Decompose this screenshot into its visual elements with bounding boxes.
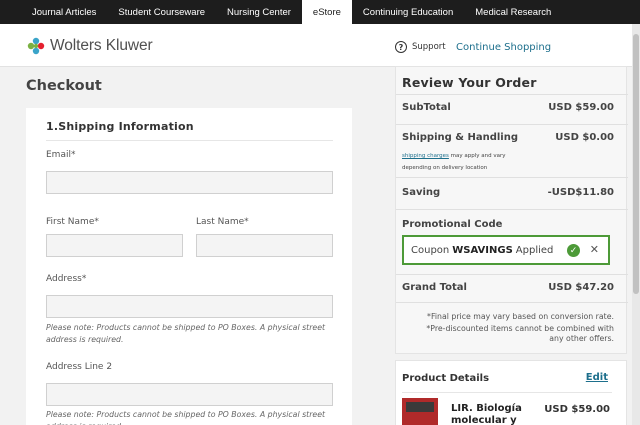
continue-shopping-link[interactable]: Continue Shopping <box>456 42 551 53</box>
product-details-title: Product Details <box>402 373 490 384</box>
product-details: Product Details Edit LIR. Biología molec… <box>395 360 627 425</box>
address-label: Address* <box>46 274 87 284</box>
shipping-form: 1.Shipping Information Email* First Name… <box>26 108 352 425</box>
shipping-note: shipping charges may apply and vary depe… <box>402 150 522 174</box>
grand-total-label: Grand Total <box>402 282 467 293</box>
address-field[interactable] <box>46 295 333 318</box>
divider <box>396 177 628 178</box>
divider <box>396 124 628 125</box>
edit-link[interactable]: Edit <box>586 372 608 383</box>
grand-total-row: Grand Total USD $47.20 <box>402 282 614 293</box>
product-thumbnail[interactable] <box>402 398 438 425</box>
help-icon: ? <box>395 41 407 53</box>
tab-nursing-center[interactable]: Nursing Center <box>216 0 302 24</box>
product-name[interactable]: LIR. Biología molecular y celular <box>451 403 551 425</box>
shipping-row: Shipping & Handling USD $0.00 <box>402 132 614 143</box>
subtotal-value: USD $59.00 <box>548 102 614 113</box>
address-note: Please note: Products cannot be shipped … <box>46 323 326 344</box>
summary-title: Review Your Order <box>402 75 537 90</box>
first-name-label: First Name* <box>46 217 99 227</box>
email-field[interactable] <box>46 171 333 194</box>
shipping-value: USD $0.00 <box>555 132 614 143</box>
subtotal-row: SubTotal USD $59.00 <box>402 102 614 113</box>
divider <box>402 392 612 393</box>
order-summary: Review Your Order SubTotal USD $59.00 Sh… <box>395 66 628 354</box>
pre-discount-note: *Pre-discounted items cannot be combined… <box>426 324 614 343</box>
last-name-field[interactable] <box>196 234 333 257</box>
tab-journal-articles[interactable]: Journal Articles <box>21 0 107 24</box>
saving-value: -USD$11.80 <box>547 187 614 198</box>
logo-text: Wolters Kluwer <box>50 37 153 54</box>
divider <box>396 274 628 275</box>
saving-row: Saving -USD$11.80 <box>402 187 614 198</box>
tab-continuing-education[interactable]: Continuing Education <box>352 0 464 24</box>
divider <box>396 209 628 210</box>
coupon-applied-box: Coupon WSAVINGS Applied ✓ ✕ <box>402 235 610 265</box>
coupon-prefix: Coupon <box>411 244 450 256</box>
promo-row: Promotional Code <box>402 219 614 230</box>
logo-mark-icon <box>27 37 45 55</box>
section-title: 1.Shipping Information <box>46 120 194 133</box>
product-price: USD $59.00 <box>544 404 610 415</box>
shipping-label: Shipping & Handling <box>402 132 518 143</box>
email-label: Email* <box>46 150 76 160</box>
conversion-note: *Final price may vary based on conversio… <box>427 312 614 321</box>
tab-student-courseware[interactable]: Student Courseware <box>107 0 216 24</box>
coupon-code: WSAVINGS <box>452 244 513 256</box>
scrollbar-thumb[interactable] <box>633 34 639 294</box>
grand-total-value: USD $47.20 <box>548 282 614 293</box>
address-line-2-note: Please note: Products cannot be shipped … <box>46 410 326 425</box>
first-name-field[interactable] <box>46 234 183 257</box>
page-scrollbar[interactable] <box>632 24 640 425</box>
page-title: Checkout <box>26 78 102 94</box>
shipping-charges-link[interactable]: shipping charges <box>402 153 449 159</box>
last-name-label: Last Name* <box>196 217 249 227</box>
tab-medical-research[interactable]: Medical Research <box>464 0 562 24</box>
divider <box>396 302 628 303</box>
divider <box>396 94 628 95</box>
tab-estore[interactable]: eStore <box>301 0 352 24</box>
promo-label: Promotional Code <box>402 219 503 230</box>
top-navigation: Journal Articles Student Courseware Nurs… <box>0 0 640 24</box>
wolters-kluwer-logo[interactable]: Wolters Kluwer <box>27 37 153 55</box>
check-circle-icon: ✓ <box>567 244 580 257</box>
address-line-2-label: Address Line 2 <box>46 362 113 372</box>
support-label: Support <box>412 42 446 52</box>
coupon-suffix: Applied <box>515 244 554 256</box>
address-line-2-field[interactable] <box>46 383 333 406</box>
support-link[interactable]: ? Support <box>395 41 446 53</box>
close-icon[interactable]: ✕ <box>590 243 599 256</box>
subtotal-label: SubTotal <box>402 102 451 113</box>
divider <box>46 140 333 141</box>
saving-label: Saving <box>402 187 441 198</box>
